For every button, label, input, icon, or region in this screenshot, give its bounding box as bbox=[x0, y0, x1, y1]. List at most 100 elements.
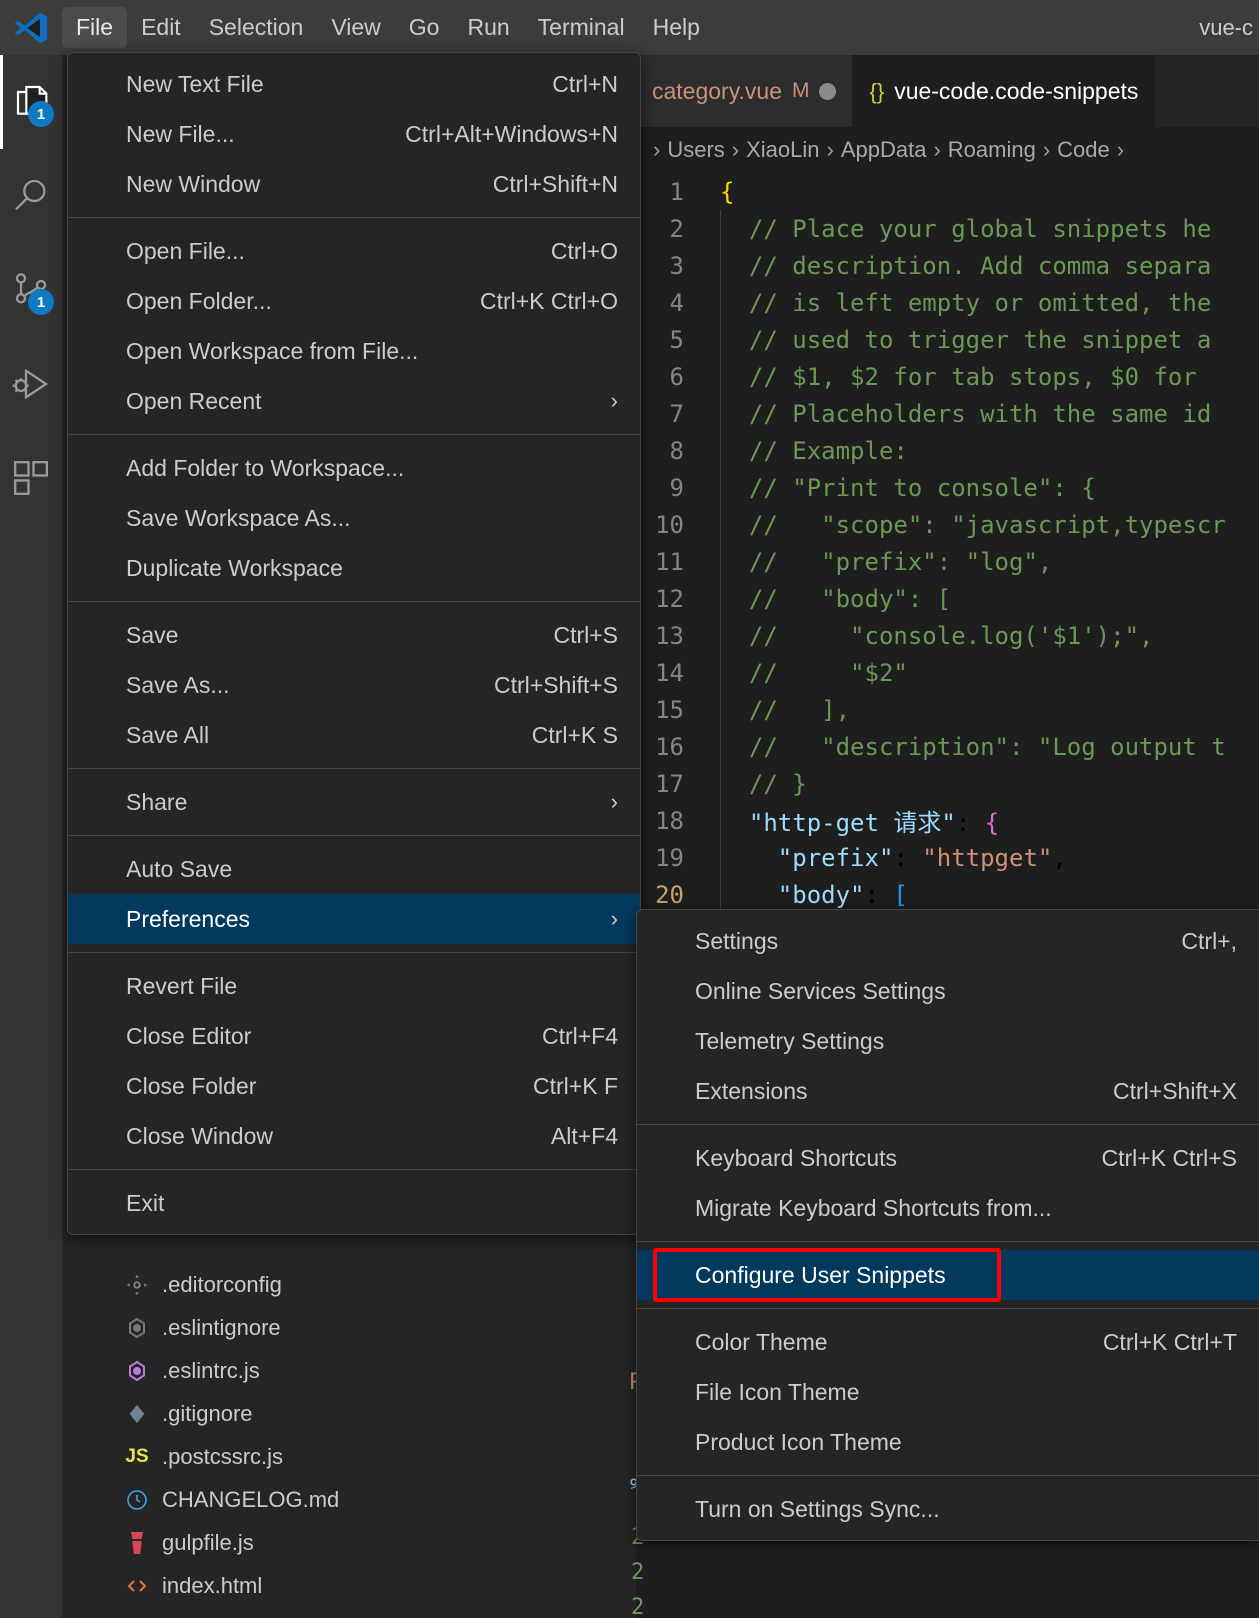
file-tree-item[interactable]: .editorconfig bbox=[62, 1263, 636, 1306]
preferences-menu-item-online-services-settings[interactable]: Online Services Settings bbox=[637, 966, 1259, 1016]
file-menu-item-open-recent[interactable]: Open Recent › bbox=[68, 376, 640, 426]
preferences-menu-item-keyboard-shortcuts[interactable]: Keyboard Shortcuts Ctrl+K Ctrl+S bbox=[637, 1133, 1259, 1183]
file-menu-item-close-folder[interactable]: Close Folder Ctrl+K F bbox=[68, 1061, 640, 1111]
file-tree-item[interactable]: JS .postcssrc.js bbox=[62, 1435, 636, 1478]
file-tree-item-label: .eslintrc.js bbox=[162, 1357, 260, 1383]
title-bar: File Edit Selection View Go Run Terminal Help v… bbox=[0, 0, 1259, 55]
breadcrumb-item[interactable]: XiaoLin bbox=[746, 137, 819, 163]
file-menu-item-save[interactable]: Save Ctrl+S bbox=[68, 610, 640, 660]
breadcrumb-separator-icon: › bbox=[653, 137, 661, 162]
file-menu-separator bbox=[68, 217, 640, 218]
breadcrumb-item[interactable]: Code bbox=[1057, 137, 1110, 163]
line-number: 8 bbox=[669, 436, 684, 465]
code-token: // is left empty or omitted, the bbox=[720, 288, 1212, 317]
menu-item-label: Share bbox=[126, 788, 188, 815]
preferences-menu-separator bbox=[637, 1475, 1259, 1476]
preferences-menu-item-telemetry-settings[interactable]: Telemetry Settings bbox=[637, 1016, 1259, 1066]
file-menu-item-duplicate-workspace[interactable]: Duplicate Workspace bbox=[68, 543, 640, 593]
menu-item-label: Open File... bbox=[126, 237, 245, 264]
editor-tab[interactable]: {} vue-code.code-snippets bbox=[853, 55, 1156, 127]
preferences-menu-item-color-theme[interactable]: Color Theme Ctrl+K Ctrl+T bbox=[637, 1317, 1259, 1367]
breadcrumb-item[interactable]: Users bbox=[667, 137, 724, 163]
file-menu-item-close-editor[interactable]: Close Editor Ctrl+F4 bbox=[68, 1011, 640, 1061]
file-tree-item[interactable]: .eslintignore bbox=[62, 1306, 636, 1349]
breadcrumb-item[interactable]: Roaming bbox=[948, 137, 1036, 163]
file-tree-item-label: .eslintignore bbox=[162, 1314, 281, 1340]
vscode-logo-icon bbox=[0, 0, 62, 55]
menubar-item-file[interactable]: File bbox=[62, 6, 128, 49]
menubar-item-view[interactable]: View bbox=[317, 7, 394, 49]
file-tree-item-label: .editorconfig bbox=[162, 1271, 282, 1297]
code-token: : bbox=[893, 843, 923, 872]
breadcrumb: › Users › XiaoLin › AppData › Roaming › Code › bbox=[636, 127, 1259, 173]
code-token: // "$2" bbox=[720, 658, 908, 687]
menu-item-label: New Window bbox=[126, 170, 261, 197]
menubar-item-help[interactable]: Help bbox=[639, 7, 714, 49]
preferences-menu-item-migrate-keyboard-shortcuts-from[interactable]: Migrate Keyboard Shortcuts from... bbox=[637, 1183, 1259, 1233]
code-line-text: { bbox=[698, 178, 1259, 206]
code-token: // } bbox=[720, 769, 807, 798]
file-menu-item-revert-file[interactable]: Revert File bbox=[68, 961, 640, 1011]
file-menu-separator bbox=[68, 952, 640, 953]
file-menu-separator bbox=[68, 1169, 640, 1170]
code-line: 14 // "$2" bbox=[636, 654, 1259, 691]
preferences-menu-separator bbox=[637, 1124, 1259, 1125]
menubar-item-edit[interactable]: Edit bbox=[127, 7, 195, 49]
breadcrumb-item[interactable]: AppData bbox=[841, 137, 927, 163]
preferences-menu-item-settings[interactable]: Settings Ctrl+, bbox=[637, 916, 1259, 966]
vscode-window: File Edit Selection View Go Run Terminal Help v… bbox=[0, 0, 1259, 1618]
menubar-item-selection[interactable]: Selection bbox=[195, 7, 318, 49]
file-menu-item-exit[interactable]: Exit bbox=[68, 1178, 640, 1228]
file-menu-item-new-file[interactable]: New File... Ctrl+Alt+Windows+N bbox=[68, 109, 640, 159]
file-menu-item-new-window[interactable]: New Window Ctrl+Shift+N bbox=[68, 159, 640, 209]
code-token: // "body": [ bbox=[720, 584, 952, 613]
peek-char-4: 2 bbox=[631, 1595, 645, 1618]
line-number: 11 bbox=[655, 547, 684, 576]
file-tree-item[interactable]: gulpfile.js bbox=[62, 1521, 636, 1564]
file-menu-separator bbox=[68, 434, 640, 435]
preferences-menu-item-configure-user-snippets[interactable]: Configure User Snippets bbox=[637, 1250, 1259, 1300]
preferences-menu-item-file-icon-theme[interactable]: File Icon Theme bbox=[637, 1367, 1259, 1417]
code-token: // $1, $2 for tab stops, $0 for bbox=[720, 362, 1197, 391]
code-line: 16 // "description": "Log output t bbox=[636, 728, 1259, 765]
file-menu-item-close-window[interactable]: Close Window Alt+F4 bbox=[68, 1111, 640, 1161]
code-line: 3 // description. Add comma separa bbox=[636, 247, 1259, 284]
menu-item-label: File Icon Theme bbox=[695, 1378, 860, 1405]
file-menu-item-new-text-file[interactable]: New Text File Ctrl+N bbox=[68, 59, 640, 109]
file-tree-item[interactable]: index.html bbox=[62, 1564, 636, 1607]
preferences-menu-item-extensions[interactable]: Extensions Ctrl+Shift+X bbox=[637, 1066, 1259, 1116]
file-menu-item-save-workspace-as[interactable]: Save Workspace As... bbox=[68, 493, 640, 543]
activity-item-search[interactable] bbox=[0, 149, 62, 243]
menubar-item-run[interactable]: Run bbox=[453, 7, 523, 49]
code-editor[interactable]: 1{2 // Place your global snippets he 3 //… bbox=[636, 173, 1259, 963]
code-line: 2 // Place your global snippets he bbox=[636, 210, 1259, 247]
activity-item-source-control[interactable]: 1 bbox=[0, 243, 62, 337]
file-tree-item[interactable]: .gitignore bbox=[62, 1392, 636, 1435]
file-menu-item-add-folder-to-workspace[interactable]: Add Folder to Workspace... bbox=[68, 443, 640, 493]
file-menu-item-auto-save[interactable]: Auto Save bbox=[68, 844, 640, 894]
menu-item-shortcut: Ctrl+Shift+S bbox=[494, 671, 618, 698]
code-token: // "description": "Log output t bbox=[720, 732, 1226, 761]
file-menu-item-save-as[interactable]: Save As... Ctrl+Shift+S bbox=[68, 660, 640, 710]
preferences-menu-item-turn-on-settings-sync[interactable]: Turn on Settings Sync... bbox=[637, 1484, 1259, 1534]
preferences-menu-item-product-icon-theme[interactable]: Product Icon Theme bbox=[637, 1417, 1259, 1467]
file-menu-item-save-all[interactable]: Save All Ctrl+K S bbox=[68, 710, 640, 760]
file-menu-item-share[interactable]: Share › bbox=[68, 777, 640, 827]
file-menu-item-open-workspace-from-file[interactable]: Open Workspace from File... bbox=[68, 326, 640, 376]
file-menu-item-preferences[interactable]: Preferences › bbox=[68, 894, 640, 944]
file-menu-item-open-folder[interactable]: Open Folder... Ctrl+K Ctrl+O bbox=[68, 276, 640, 326]
menu-item-shortcut: Ctrl+F4 bbox=[541, 1022, 618, 1049]
line-number: 9 bbox=[669, 473, 684, 502]
activity-item-run-and-debug[interactable] bbox=[0, 337, 62, 431]
code-token: // description. Add comma separa bbox=[720, 251, 1212, 280]
menubar-item-go[interactable]: Go bbox=[395, 7, 454, 49]
code-line-text: // is left empty or omitted, the bbox=[698, 289, 1259, 317]
menubar-item-terminal[interactable]: Terminal bbox=[524, 7, 639, 49]
file-tree-item[interactable]: CHANGELOG.md bbox=[62, 1478, 636, 1521]
activity-item-extensions[interactable] bbox=[0, 431, 62, 525]
file-menu-item-open-file[interactable]: Open File... Ctrl+O bbox=[68, 226, 640, 276]
editor-tab[interactable]: category.vue M bbox=[636, 55, 854, 127]
file-tree-item[interactable]: .eslintrc.js bbox=[62, 1349, 636, 1392]
activity-item-explorer[interactable]: 1 bbox=[0, 55, 62, 149]
tab-dirty-dot-icon[interactable] bbox=[819, 82, 837, 100]
